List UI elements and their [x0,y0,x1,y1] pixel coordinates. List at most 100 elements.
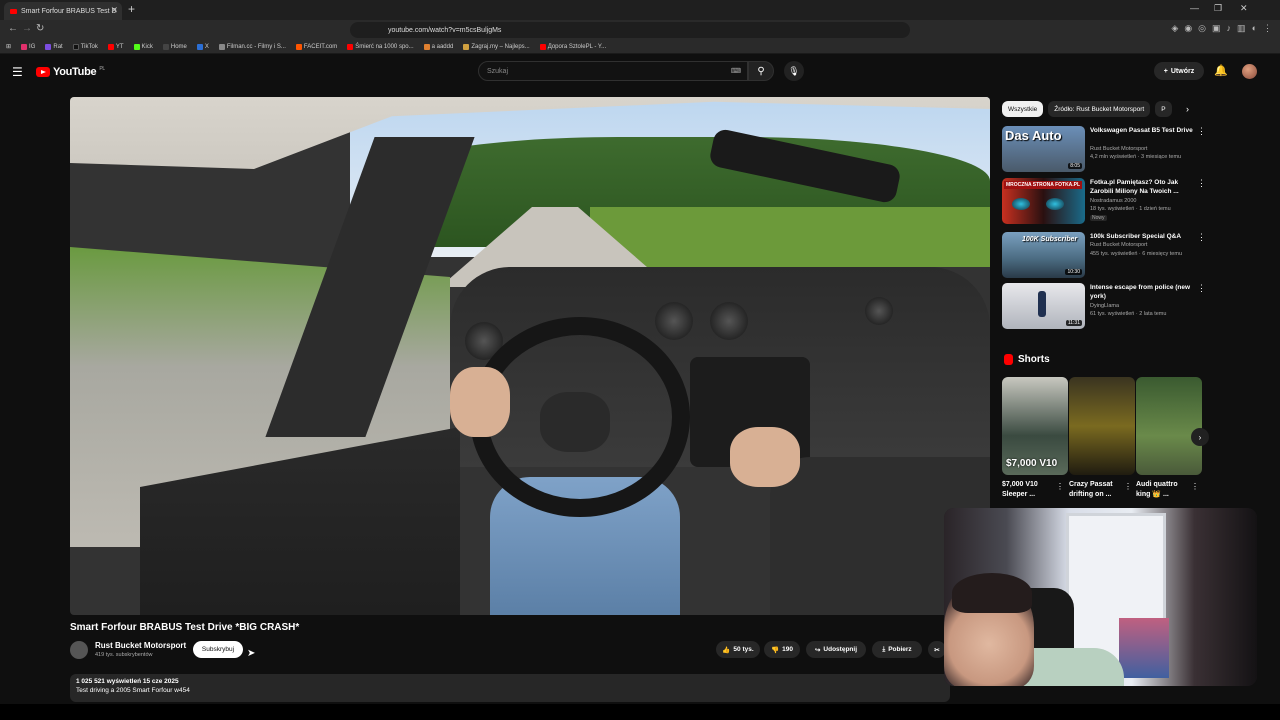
short-thumbnail[interactable] [1069,377,1135,475]
bookmark-label: Kick [141,43,153,50]
bookmark-label: Zagraj.my – Najleps... [471,43,530,50]
extension-icon[interactable]: ◉ [1184,23,1192,34]
video-player[interactable] [70,97,990,615]
recommendation-thumbnail[interactable]: 11:31 [1002,283,1085,329]
short-thumbnail[interactable] [1136,377,1202,475]
short-title: Crazy Passat drifting on ... [1069,481,1113,498]
extension-icon[interactable]: ◈ [1171,23,1178,34]
bookmark-label: IG [29,43,36,50]
bookmark-favicon-icon [295,43,302,50]
bookmark-item[interactable]: Śmierć na 1000 spo... [347,43,414,50]
recommendation-item[interactable]: MROCZNA STRONA FOTKA.PL Fotka.pl Pamięta… [1002,178,1207,228]
extension-icon[interactable]: ◐ [1252,23,1257,34]
bookmark-item[interactable]: Zagraj.my – Najleps... [463,43,530,50]
video-duration: 11:31 [1065,320,1082,326]
extension-icon[interactable]: ◎ [1198,23,1206,34]
short-title: Audi quattro king 👑 ... [1136,481,1178,498]
recommendation-thumbnail[interactable]: 100K Subscriber 10:30 [1002,232,1085,278]
scrollbar[interactable] [1272,60,1278,710]
bookmark-item[interactable]: X [196,43,209,50]
video-frame-vent [655,302,693,340]
bookmark-favicon-icon [72,43,79,50]
avatar[interactable] [1242,64,1257,79]
description-text: Test driving a 2005 Smart Forfour w454 [76,687,190,694]
bookmark-item[interactable]: TikTok [72,43,98,50]
filter-chips: Wszystkie Źródło: Rust Bucket Motorsport… [1002,101,1172,117]
chevron-right-icon[interactable]: › [1186,104,1189,114]
like-button[interactable]: 👍 50 tys. [716,641,760,658]
bookmark-item[interactable]: IG [21,43,36,50]
video-frame-vent [865,297,893,325]
url-text: youtube.com/watch?v=m5csBuljgMs [388,26,502,34]
description-box[interactable]: 1 025 521 wyświetleń 15 cze 2025 Test dr… [70,674,950,702]
apps-grid-icon[interactable]: ⊞ [6,43,11,50]
tab-close-icon[interactable]: ✕ [110,5,118,16]
voice-search-button[interactable]: 🎙 [784,61,804,81]
more-options-icon[interactable]: ⋮ [1197,283,1206,294]
chip-all[interactable]: Wszystkie [1002,101,1044,117]
download-button[interactable]: ⤓ Pobierz [872,641,922,658]
recommendation-thumbnail[interactable]: MROCZNA STRONA FOTKA.PL [1002,178,1085,224]
new-tab-icon[interactable]: + [128,2,135,16]
recommendation-title: Fotka.pl Pamiętasz? Oto Jak Zarobili Mil… [1090,179,1179,195]
restore-icon[interactable]: ❐ [1214,3,1222,14]
bookmark-favicon-icon [347,43,354,50]
chip-more[interactable]: P [1155,101,1172,117]
search-input[interactable]: Szukaj ⌨ [478,61,748,81]
address-bar[interactable]: youtube.com/watch?v=m5csBuljgMs [350,22,910,38]
chip-source[interactable]: Źródło: Rust Bucket Motorsport [1048,101,1151,117]
thumbnail-text: Das Auto [1005,128,1062,143]
extension-icon[interactable]: ♪ [1227,23,1232,34]
window-close-icon[interactable]: ✕ [1240,3,1248,14]
menu-dots-icon[interactable]: ⋮ [1263,23,1272,34]
bookmark-item[interactable]: Filman.cc - Filmy i S... [218,43,286,50]
bookmark-item[interactable]: YT [107,43,124,50]
recommendation-thumbnail[interactable]: Das Auto 8:05 [1002,126,1085,172]
sidebar-icon[interactable]: ▥ [1237,23,1246,34]
bookmark-item[interactable]: FACEIT.com [295,43,337,50]
more-options-icon[interactable]: ⋮ [1197,178,1206,189]
bookmark-item[interactable]: a aaddd [423,43,453,50]
search-button[interactable]: ⚲ [748,61,774,81]
bookmark-item[interactable]: Home [162,43,187,50]
thumbnail-text: MROCZNA STRONA FOTKA.PL [1004,181,1083,189]
browser-tab-bar: Smart Forfour BRABUS Test D ✕ + — ❐ ✕ [0,0,1280,20]
bell-icon[interactable]: 🔔 [1214,64,1228,77]
recommendation-item[interactable]: 11:31 Intense escape from police (new yo… [1002,283,1207,333]
chevron-right-icon[interactable]: › [1191,428,1209,446]
channel-name[interactable]: Rust Bucket Motorsport [95,641,186,650]
bookmark-favicon-icon [423,43,430,50]
forward-icon[interactable]: → [22,23,32,34]
bookmark-label: YT [115,43,124,50]
dislike-button[interactable]: 👎 190 [764,641,800,658]
bookmark-item[interactable]: Kick [133,43,153,50]
share-label: Udostępnij [823,646,858,653]
short-thumbnail[interactable]: $7,000 V10 [1002,377,1068,475]
bookmark-label: TikTok [80,43,98,50]
back-icon[interactable]: ← [8,23,18,34]
browser-tab-active[interactable]: Smart Forfour BRABUS Test D ✕ [4,2,122,20]
subscribe-button[interactable]: Subskrybuj [193,641,243,658]
hamburger-icon[interactable]: ☰ [12,65,23,79]
more-options-icon[interactable]: ⋮ [1056,482,1064,491]
bookmark-label: Home [170,43,187,50]
bookmark-favicon-icon [107,43,114,50]
channel-avatar[interactable] [70,641,88,659]
bookmarks-bar: ⊞ IG Rat TikTok YT Kick Home X Filman.cc… [0,40,1280,54]
share-button[interactable]: ↪ Udostępnij [806,641,866,658]
more-options-icon[interactable]: ⋮ [1197,126,1206,137]
more-options-icon[interactable]: ⋮ [1197,232,1206,243]
more-options-icon[interactable]: ⋮ [1191,482,1199,491]
more-options-icon[interactable]: ⋮ [1124,482,1132,491]
thumbs-up-icon: 👍 [722,646,731,654]
keyboard-icon[interactable]: ⌨ [731,67,741,75]
minimize-icon[interactable]: — [1190,3,1199,13]
extension-icon[interactable]: ▣ [1212,23,1221,34]
bookmark-item[interactable]: Rat [45,43,63,50]
create-button[interactable]: + Utwórz [1154,62,1204,80]
reload-icon[interactable]: ↻ [36,23,44,34]
recommendation-item[interactable]: 100K Subscriber 10:30 100k Subscriber Sp… [1002,232,1207,282]
bookmark-item[interactable]: Дорога SztolePL - Y... [539,43,606,50]
youtube-logo[interactable]: YouTube PL [36,66,105,78]
recommendation-item[interactable]: Das Auto 8:05 Volkswagen Passat B5 Test … [1002,126,1207,176]
